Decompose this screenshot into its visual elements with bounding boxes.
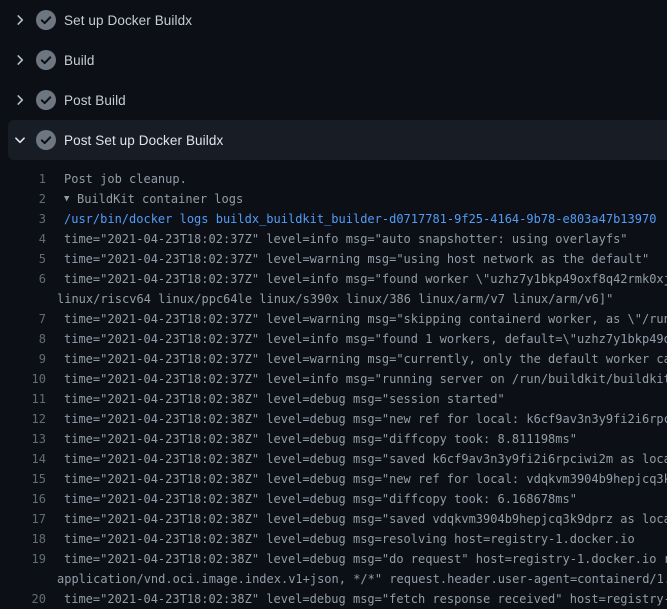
log-line-text: time="2021-04-23T18:02:38Z" level=debug … <box>64 389 505 409</box>
log-line-text: time="2021-04-23T18:02:38Z" level=debug … <box>64 529 635 549</box>
log-line-text: /usr/bin/docker logs buildx_buildkit_bui… <box>64 209 656 229</box>
log-row: 14 time="2021-04-23T18:02:38Z" level=deb… <box>0 449 667 469</box>
step-header-set-up-docker-buildx[interactable]: Set up Docker Buildx <box>0 0 667 40</box>
log-line-text: BuildKit container logs <box>77 189 243 209</box>
log-line-text: linux/riscv64 linux/ppc64le linux/s390x … <box>57 289 613 309</box>
log-row: 1 Post job cleanup. <box>0 169 667 189</box>
log-row: 17 time="2021-04-23T18:02:38Z" level=deb… <box>0 509 667 529</box>
success-check-icon <box>36 50 56 70</box>
log-line-number[interactable]: 13 <box>0 429 46 449</box>
log-row: 13 time="2021-04-23T18:02:38Z" level=deb… <box>0 429 667 449</box>
log-line-number[interactable]: 12 <box>0 409 46 429</box>
log-line-number <box>0 289 46 309</box>
step-header-build[interactable]: Build <box>0 40 667 80</box>
success-check-icon <box>36 10 56 30</box>
log-row: 8 time="2021-04-23T18:02:37Z" level=info… <box>0 329 667 349</box>
log-line-number[interactable]: 19 <box>0 549 46 569</box>
log-line-number[interactable]: 16 <box>0 489 46 509</box>
log-row-command: 3 /usr/bin/docker logs buildx_buildkit_b… <box>0 209 667 229</box>
log-line-number[interactable]: 17 <box>0 509 46 529</box>
log-row: 5 time="2021-04-23T18:02:37Z" level=warn… <box>0 249 667 269</box>
log-line-text: time="2021-04-23T18:02:38Z" level=debug … <box>64 489 577 509</box>
log-line-number[interactable]: 2 <box>0 189 46 209</box>
chevron-right-icon <box>12 12 28 28</box>
log-line-number[interactable]: 20 <box>0 589 46 609</box>
log-line-text: time="2021-04-23T18:02:37Z" level=warnin… <box>64 249 649 269</box>
log-line-text: time="2021-04-23T18:02:38Z" level=debug … <box>64 409 667 429</box>
job-steps-list: Set up Docker Buildx Build Post Build <box>0 0 667 160</box>
log-line-text: time="2021-04-23T18:02:38Z" level=debug … <box>64 429 577 449</box>
chevron-right-icon <box>12 52 28 68</box>
log-row: linux/riscv64 linux/ppc64le linux/s390x … <box>0 289 667 309</box>
log-row: application/vnd.oci.image.index.v1+json,… <box>0 569 667 589</box>
step-header-post-set-up-docker-buildx[interactable]: Post Set up Docker Buildx <box>8 120 667 160</box>
log-line-text: time="2021-04-23T18:02:38Z" level=debug … <box>64 449 667 469</box>
log-row: 11 time="2021-04-23T18:02:38Z" level=deb… <box>0 389 667 409</box>
step-title: Build <box>64 53 95 68</box>
log-line-text: time="2021-04-23T18:02:38Z" level=debug … <box>64 509 667 529</box>
log-row: 6 time="2021-04-23T18:02:37Z" level=info… <box>0 269 667 289</box>
log-line-text: time="2021-04-23T18:02:38Z" level=debug … <box>64 469 667 489</box>
log-line-text: time="2021-04-23T18:02:37Z" level=info m… <box>64 269 667 289</box>
step-header-post-build[interactable]: Post Build <box>0 80 667 120</box>
log-row: 9 time="2021-04-23T18:02:37Z" level=warn… <box>0 349 667 369</box>
log-row: 12 time="2021-04-23T18:02:38Z" level=deb… <box>0 409 667 429</box>
log-line-number[interactable]: 6 <box>0 269 46 289</box>
log-row: 10 time="2021-04-23T18:02:37Z" level=inf… <box>0 369 667 389</box>
log-line-text: time="2021-04-23T18:02:37Z" level=info m… <box>64 369 667 389</box>
log-row: 15 time="2021-04-23T18:02:38Z" level=deb… <box>0 469 667 489</box>
log-line-text: application/vnd.oci.image.index.v1+json,… <box>57 569 667 589</box>
step-log-viewer: 1 Post job cleanup. 2 ▼BuildKit containe… <box>0 160 667 609</box>
log-line-number[interactable]: 10 <box>0 369 46 389</box>
success-check-icon <box>36 90 56 110</box>
step-title: Set up Docker Buildx <box>64 13 192 28</box>
log-line-number[interactable]: 18 <box>0 529 46 549</box>
log-line-number[interactable]: 5 <box>0 249 46 269</box>
log-row[interactable]: 2 ▼BuildKit container logs <box>0 189 667 209</box>
log-line-number[interactable]: 11 <box>0 389 46 409</box>
log-line-number[interactable]: 14 <box>0 449 46 469</box>
log-line-text: time="2021-04-23T18:02:37Z" level=info m… <box>64 329 667 349</box>
success-check-icon <box>36 130 56 150</box>
log-line-number[interactable]: 1 <box>0 169 46 189</box>
log-line-number[interactable]: 3 <box>0 209 46 229</box>
log-line-number[interactable]: 8 <box>0 329 46 349</box>
log-line-number[interactable]: 4 <box>0 229 46 249</box>
step-title: Post Set up Docker Buildx <box>64 133 223 148</box>
log-line-text: time="2021-04-23T18:02:37Z" level=warnin… <box>64 309 667 329</box>
step-title: Post Build <box>64 93 126 108</box>
log-line-text: time="2021-04-23T18:02:38Z" level=debug … <box>64 549 667 569</box>
log-row: 7 time="2021-04-23T18:02:37Z" level=warn… <box>0 309 667 329</box>
log-line-number <box>0 569 46 589</box>
chevron-down-icon <box>12 132 28 148</box>
log-line-number[interactable]: 9 <box>0 349 46 369</box>
log-row: 20 time="2021-04-23T18:02:38Z" level=deb… <box>0 589 667 609</box>
log-group-expander-triangle-icon[interactable]: ▼ <box>64 189 77 209</box>
log-row: 4 time="2021-04-23T18:02:37Z" level=info… <box>0 229 667 249</box>
log-line-text: time="2021-04-23T18:02:37Z" level=info m… <box>64 229 628 249</box>
log-line-number[interactable]: 7 <box>0 309 46 329</box>
chevron-right-icon <box>12 92 28 108</box>
log-row: 16 time="2021-04-23T18:02:38Z" level=deb… <box>0 489 667 509</box>
log-line-number[interactable]: 15 <box>0 469 46 489</box>
log-line-text: Post job cleanup. <box>64 169 187 189</box>
log-row: 19 time="2021-04-23T18:02:38Z" level=deb… <box>0 549 667 569</box>
log-row: 18 time="2021-04-23T18:02:38Z" level=deb… <box>0 529 667 549</box>
log-line-text: time="2021-04-23T18:02:38Z" level=debug … <box>64 589 667 609</box>
log-line-text: time="2021-04-23T18:02:37Z" level=warnin… <box>64 349 667 369</box>
